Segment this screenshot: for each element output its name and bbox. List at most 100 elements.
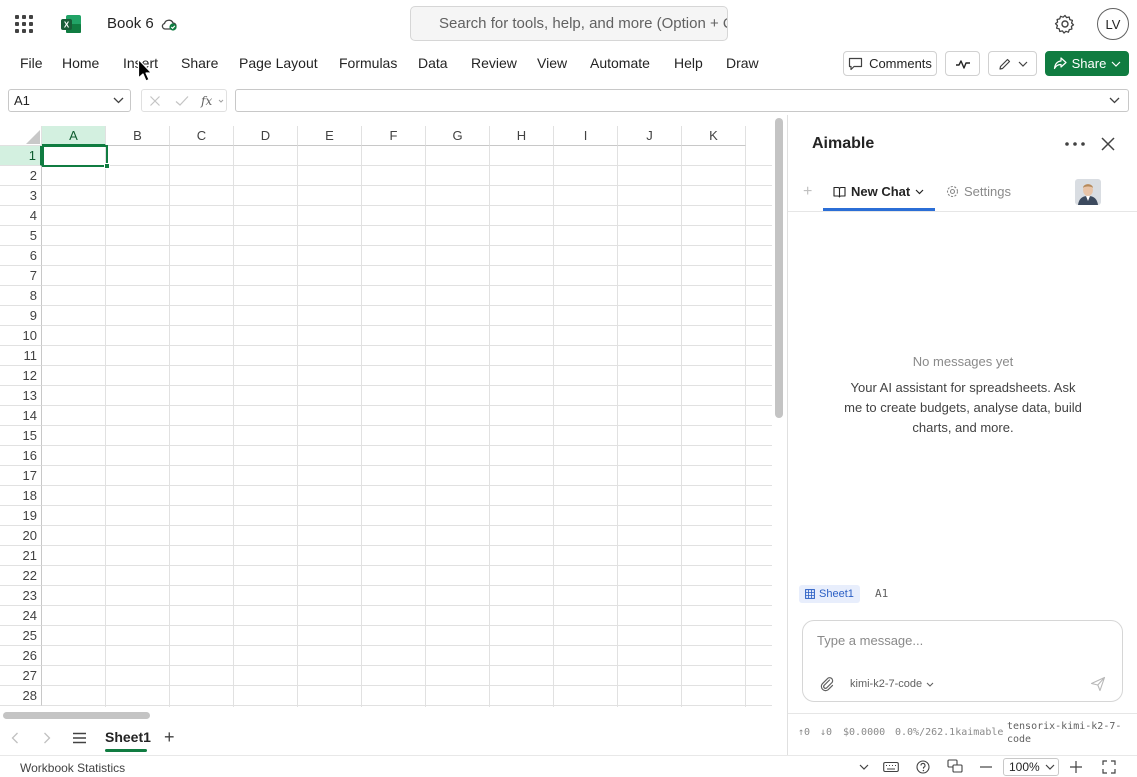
tab-automate[interactable]: Automate: [590, 55, 650, 71]
keyboard-icon[interactable]: [883, 761, 899, 773]
row-header-26[interactable]: 26: [0, 646, 42, 666]
new-tab-plus-icon[interactable]: +: [803, 183, 812, 201]
row-header-20[interactable]: 20: [0, 526, 42, 546]
column-header-d[interactable]: D: [234, 126, 298, 146]
workbook-statistics-button[interactable]: Workbook Statistics: [20, 761, 125, 775]
row-header-10[interactable]: 10: [0, 326, 42, 346]
add-sheet-button[interactable]: +: [164, 727, 175, 748]
search-input[interactable]: Search for tools, help, and more (Option…: [410, 6, 728, 41]
send-icon[interactable]: [1090, 676, 1106, 692]
tab-review[interactable]: Review: [471, 55, 517, 71]
row-header-1[interactable]: 1: [0, 146, 42, 166]
row-header-17[interactable]: 17: [0, 466, 42, 486]
column-header-e[interactable]: E: [298, 126, 362, 146]
row-header-4[interactable]: 4: [0, 206, 42, 226]
message-input[interactable]: Type a message...: [817, 633, 923, 648]
row-gridline: [42, 485, 772, 486]
row-header-27[interactable]: 27: [0, 666, 42, 686]
row-header-3[interactable]: 3: [0, 186, 42, 206]
tab-view[interactable]: View: [537, 55, 567, 71]
row-header-28[interactable]: 28: [0, 686, 42, 706]
row-header-23[interactable]: 23: [0, 586, 42, 606]
context-sheet-chip[interactable]: Sheet1: [799, 585, 860, 603]
chevron-down-icon[interactable]: [859, 764, 869, 770]
formula-input[interactable]: [235, 89, 1129, 112]
accessibility-icon[interactable]: [947, 759, 963, 774]
fullscreen-icon[interactable]: [1102, 760, 1116, 774]
share-button[interactable]: Share: [1045, 51, 1129, 76]
settings-gear-icon[interactable]: [1054, 13, 1076, 35]
spreadsheet-grid[interactable]: ABCDEFGHIJK 1 2 3 4 5 6 7 8 9 10 11 12 13 14 15 16 17 18 1…: [0, 126, 772, 707]
row-header-5[interactable]: 5: [0, 226, 42, 246]
row-header-11[interactable]: 11: [0, 346, 42, 366]
activity-button[interactable]: [945, 51, 980, 76]
more-options-icon[interactable]: [1065, 142, 1085, 146]
tab-settings-label: Settings: [964, 184, 1011, 199]
row-header-21[interactable]: 21: [0, 546, 42, 566]
sheet-tab-sheet1[interactable]: Sheet1: [105, 729, 151, 745]
all-sheets-menu-icon[interactable]: [72, 732, 87, 744]
tab-formulas[interactable]: Formulas: [339, 55, 397, 71]
select-all-corner[interactable]: [0, 126, 42, 146]
row-header-6[interactable]: 6: [0, 246, 42, 266]
enter-check-icon: [175, 96, 189, 106]
tab-share[interactable]: Share: [181, 55, 218, 71]
user-avatar[interactable]: LV: [1097, 8, 1129, 40]
name-box[interactable]: A1: [8, 89, 131, 112]
next-sheet-icon[interactable]: [43, 732, 51, 744]
row-header-14[interactable]: 14: [0, 406, 42, 426]
workbook-title[interactable]: Book 6: [107, 15, 154, 32]
paperclip-icon[interactable]: [819, 676, 835, 692]
column-header-h[interactable]: H: [490, 126, 554, 146]
column-header-g[interactable]: G: [426, 126, 490, 146]
row-header-19[interactable]: 19: [0, 506, 42, 526]
row-header-18[interactable]: 18: [0, 486, 42, 506]
assistant-avatar[interactable]: [1075, 179, 1101, 205]
column-header-j[interactable]: J: [618, 126, 682, 146]
tab-help[interactable]: Help: [674, 55, 703, 71]
tab-draw[interactable]: Draw: [726, 55, 759, 71]
editing-mode-button[interactable]: [988, 51, 1037, 76]
row-header-22[interactable]: 22: [0, 566, 42, 586]
row-header-9[interactable]: 9: [0, 306, 42, 326]
active-cell-a1[interactable]: [42, 145, 110, 169]
column-header-c[interactable]: C: [170, 126, 234, 146]
tab-settings[interactable]: Settings: [946, 184, 1011, 199]
fill-handle[interactable]: [104, 163, 110, 169]
tab-page-layout[interactable]: Page Layout: [239, 55, 318, 71]
insert-function-icon[interactable]: fx: [200, 93, 224, 109]
row-header-25[interactable]: 25: [0, 626, 42, 646]
horizontal-scrollbar[interactable]: [3, 712, 150, 719]
row-header-12[interactable]: 12: [0, 366, 42, 386]
comments-button[interactable]: Comments: [843, 51, 937, 76]
context-cell-chip[interactable]: A1: [875, 587, 888, 600]
expand-formula-icon[interactable]: [1109, 97, 1120, 104]
row-header-16[interactable]: 16: [0, 446, 42, 466]
row-header-15[interactable]: 15: [0, 426, 42, 446]
close-icon[interactable]: [1100, 136, 1116, 152]
column-header-f[interactable]: F: [362, 126, 426, 146]
row-header-13[interactable]: 13: [0, 386, 42, 406]
tab-home[interactable]: Home: [62, 55, 99, 71]
help-icon[interactable]: [916, 760, 930, 774]
app-launcher-icon[interactable]: [14, 14, 34, 34]
tab-new-chat[interactable]: New Chat: [833, 184, 924, 199]
model-select[interactable]: kimi-k2-7-code: [850, 678, 934, 690]
column-header-k[interactable]: K: [682, 126, 746, 146]
tab-data[interactable]: Data: [418, 55, 448, 71]
row-header-24[interactable]: 24: [0, 606, 42, 626]
tab-file[interactable]: File: [20, 55, 43, 71]
column-header-a[interactable]: A: [42, 126, 106, 146]
vertical-scrollbar[interactable]: [775, 118, 783, 418]
zoom-in-icon[interactable]: [1070, 761, 1082, 773]
zoom-select[interactable]: 100%: [1003, 758, 1059, 776]
row-header-8[interactable]: 8: [0, 286, 42, 306]
excel-logo-icon[interactable]: X: [60, 13, 82, 35]
column-header-i[interactable]: I: [554, 126, 618, 146]
cloud-saved-icon[interactable]: [160, 15, 178, 33]
row-header-7[interactable]: 7: [0, 266, 42, 286]
column-header-b[interactable]: B: [106, 126, 170, 146]
prev-sheet-icon[interactable]: [11, 732, 19, 744]
row-header-2[interactable]: 2: [0, 166, 42, 186]
zoom-out-icon[interactable]: [980, 766, 992, 768]
